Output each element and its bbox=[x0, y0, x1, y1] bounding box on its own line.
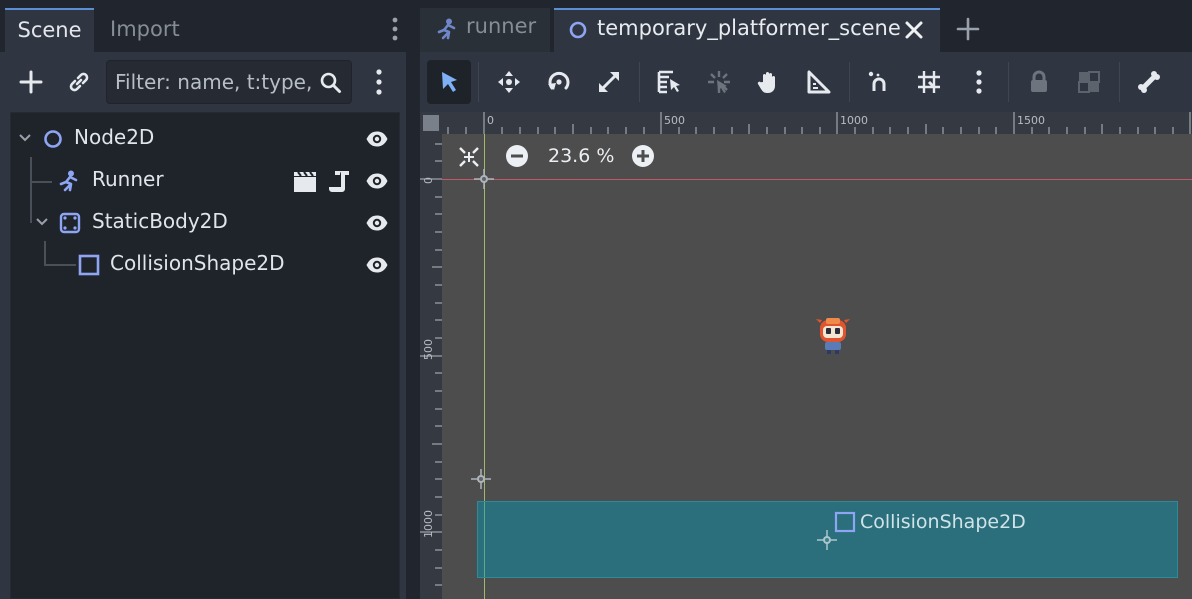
visibility-eye-icon[interactable] bbox=[365, 127, 389, 151]
scene-tab-runner[interactable]: runner bbox=[420, 8, 550, 52]
scene-options-icon[interactable] bbox=[372, 68, 386, 96]
character-body-icon bbox=[59, 170, 78, 192]
toolbar-separator bbox=[478, 62, 479, 102]
ruler-icon bbox=[807, 70, 831, 94]
canvas-viewport[interactable]: CollisionShape2D 0 500 1000 1500 0 500 1… bbox=[420, 112, 1192, 599]
ruler-ticks bbox=[447, 112, 1191, 134]
scene-tree: Node2D Runner StaticBody2D CollisionShap… bbox=[10, 112, 400, 599]
close-tab-icon[interactable] bbox=[904, 20, 924, 40]
dock-options-icon[interactable] bbox=[388, 16, 402, 42]
node-pivot-marker[interactable] bbox=[473, 168, 495, 190]
scene-tab-label: runner bbox=[466, 14, 537, 38]
toolbar-separator bbox=[639, 62, 640, 102]
move-icon bbox=[498, 71, 520, 93]
lock-icon bbox=[1031, 70, 1047, 92]
filter-nodes-input[interactable] bbox=[115, 61, 311, 103]
left-dock-tabbar: Scene Import bbox=[0, 0, 406, 52]
group-icon bbox=[1078, 71, 1100, 93]
ruler-label: 500 bbox=[422, 339, 435, 360]
ruler-label: 1500 bbox=[1017, 114, 1045, 127]
ruler-corner bbox=[420, 112, 442, 134]
kebab-menu-icon bbox=[976, 70, 982, 94]
scene-tab-temporary-platformer[interactable]: temporary_platformer_scene bbox=[554, 8, 940, 52]
script-icon[interactable] bbox=[329, 169, 351, 193]
ruler-tool-button[interactable] bbox=[797, 60, 841, 104]
bone-icon bbox=[1138, 71, 1160, 93]
tab-scene[interactable]: Scene bbox=[5, 8, 94, 52]
ruler-label: 500 bbox=[664, 114, 685, 127]
smart-snap-button[interactable] bbox=[857, 60, 901, 104]
ruler-label: 0 bbox=[422, 177, 435, 184]
snap-options-button[interactable] bbox=[957, 60, 1001, 104]
scale-icon bbox=[598, 71, 620, 93]
zoom-out-icon[interactable] bbox=[505, 144, 529, 168]
tree-item-staticbody2d[interactable]: StaticBody2D bbox=[11, 203, 399, 243]
tab-import[interactable]: Import bbox=[110, 8, 180, 52]
add-node-icon[interactable] bbox=[18, 69, 44, 95]
group-tool-button[interactable] bbox=[1067, 60, 1111, 104]
scene-tabbar: runner temporary_platformer_scene bbox=[420, 0, 1192, 52]
toolbar-separator bbox=[849, 62, 850, 102]
lock-tool-button[interactable] bbox=[1017, 60, 1061, 104]
tree-item-label: Node2D bbox=[74, 125, 155, 149]
runner-icon bbox=[437, 18, 456, 40]
tree-item-label: Runner bbox=[92, 167, 164, 191]
rotate-tool-button[interactable] bbox=[537, 60, 581, 104]
ruler-label: 1000 bbox=[422, 510, 435, 538]
toolbar-separator bbox=[1119, 62, 1120, 102]
add-scene-tab-icon[interactable] bbox=[956, 17, 980, 41]
pivot-tool-button[interactable] bbox=[697, 60, 741, 104]
toolbar-separator bbox=[1008, 62, 1009, 102]
static-body-icon bbox=[59, 212, 81, 234]
dock-splitter[interactable] bbox=[406, 0, 420, 599]
magnet-snap-icon bbox=[868, 71, 886, 91]
pan-tool-button[interactable] bbox=[747, 60, 791, 104]
clapperboard-icon[interactable] bbox=[293, 171, 317, 193]
visibility-eye-icon[interactable] bbox=[365, 253, 389, 277]
pivot-icon bbox=[708, 71, 730, 93]
list-selectable-button[interactable] bbox=[647, 60, 691, 104]
canvas-toolbar bbox=[420, 52, 1192, 112]
scene-toolbar bbox=[0, 52, 406, 112]
chevron-down-icon[interactable] bbox=[35, 215, 49, 229]
visibility-eye-icon[interactable] bbox=[365, 169, 389, 193]
list-select-icon bbox=[657, 70, 680, 94]
move-tool-button[interactable] bbox=[487, 60, 531, 104]
tree-item-label: CollisionShape2D bbox=[110, 251, 285, 275]
node2d-circle-icon bbox=[569, 21, 587, 39]
ruler-label: 0 bbox=[487, 114, 494, 127]
ruler-horizontal[interactable]: 0 500 1000 1500 bbox=[420, 112, 1192, 134]
tree-item-node2d[interactable]: Node2D bbox=[11, 119, 399, 159]
tree-item-runner[interactable]: Runner bbox=[11, 161, 399, 201]
tree-item-collisionshape2d[interactable]: CollisionShape2D bbox=[11, 245, 399, 285]
staticbody-pivot-marker[interactable] bbox=[470, 468, 492, 490]
scale-tool-button[interactable] bbox=[587, 60, 631, 104]
filter-nodes-field[interactable] bbox=[106, 60, 352, 104]
runner-sprite[interactable] bbox=[814, 315, 852, 355]
instance-scene-link-icon[interactable] bbox=[66, 69, 92, 95]
pan-hand-icon bbox=[757, 71, 775, 93]
ruler-corner-box bbox=[423, 115, 439, 131]
ruler-vertical[interactable]: 0 500 1000 bbox=[420, 112, 442, 599]
tree-item-label: StaticBody2D bbox=[92, 209, 228, 233]
node2d-icon bbox=[44, 130, 62, 148]
skeleton-tool-button[interactable] bbox=[1127, 60, 1171, 104]
select-tool-button[interactable] bbox=[427, 60, 471, 104]
visibility-eye-icon[interactable] bbox=[365, 211, 389, 235]
chevron-down-icon[interactable] bbox=[18, 131, 32, 145]
grid-snap-icon bbox=[918, 71, 940, 93]
select-arrow-icon bbox=[442, 72, 457, 92]
x-axis-line bbox=[442, 179, 1192, 180]
scene-tab-label: temporary_platformer_scene bbox=[597, 16, 901, 40]
collision-pivot-marker[interactable] bbox=[816, 529, 838, 551]
collision-shape-icon bbox=[78, 254, 100, 276]
ruler-label: 1000 bbox=[840, 114, 868, 127]
rotate-icon bbox=[548, 71, 570, 90]
zoom-reset-icon[interactable] bbox=[457, 145, 481, 169]
grid-snap-button[interactable] bbox=[907, 60, 951, 104]
search-icon bbox=[320, 72, 341, 93]
collision-shape-label: CollisionShape2D bbox=[860, 511, 1026, 533]
zoom-in-icon[interactable] bbox=[631, 144, 655, 168]
zoom-level[interactable]: 23.6 % bbox=[548, 145, 614, 167]
